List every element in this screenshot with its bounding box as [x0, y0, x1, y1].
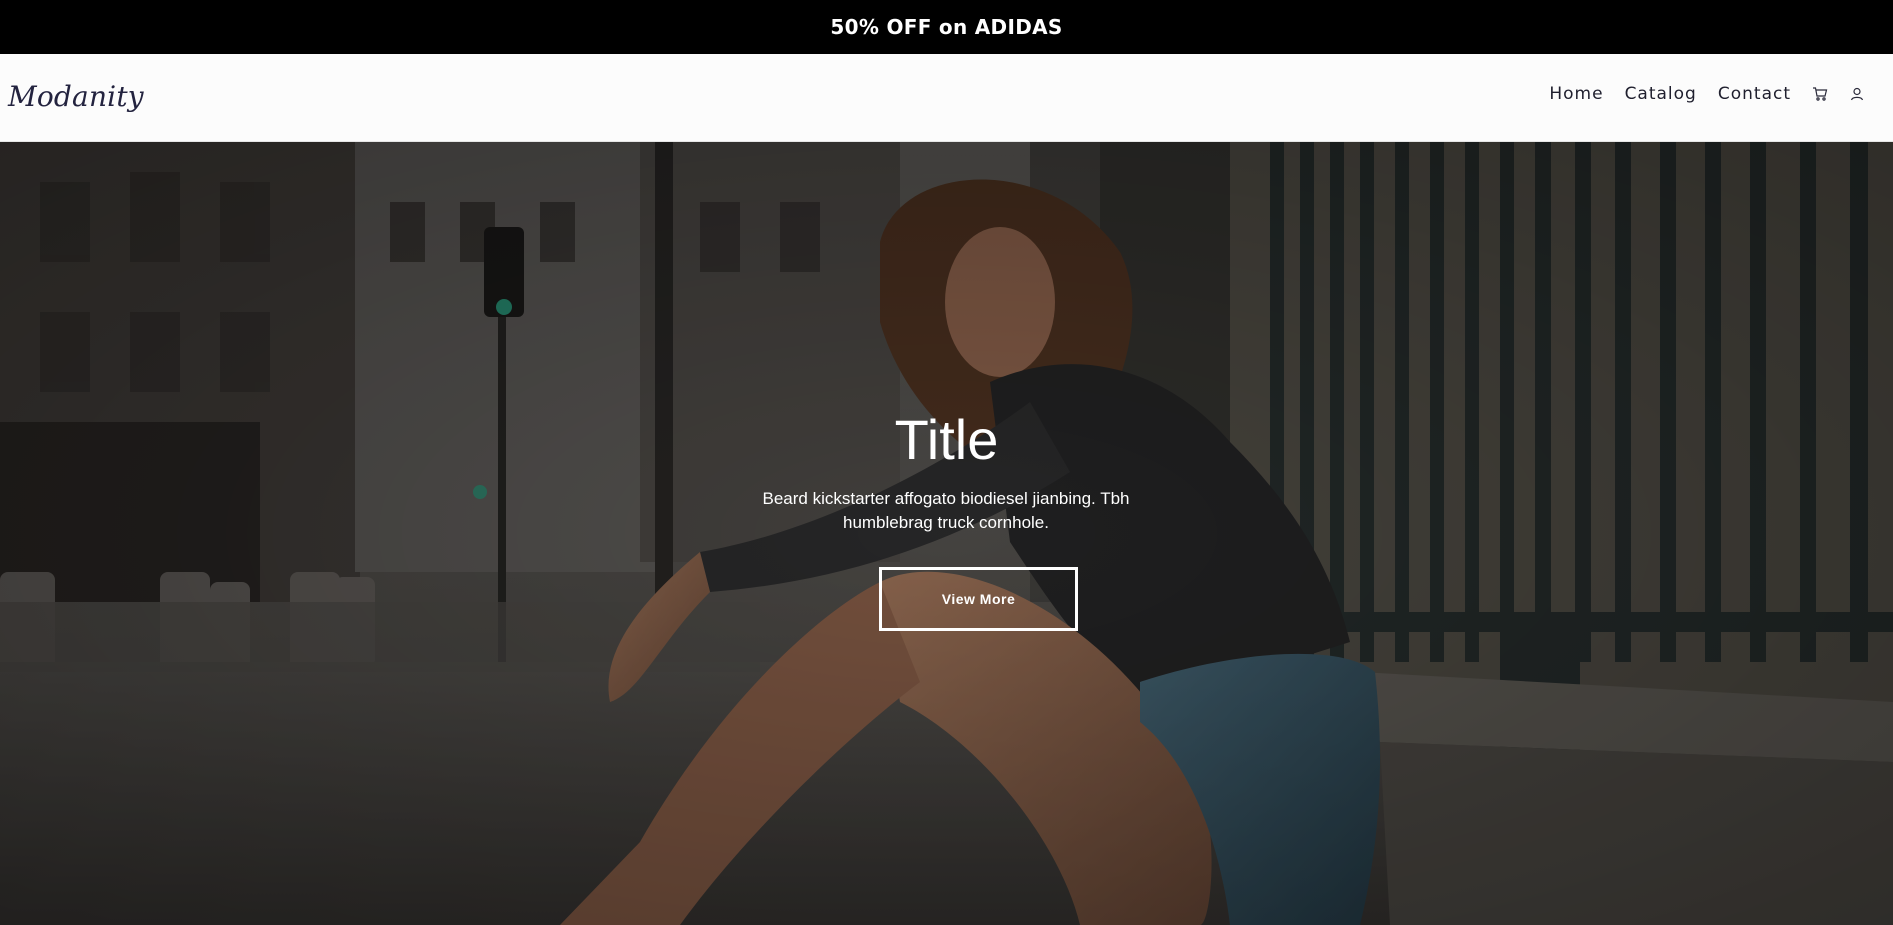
nav-link-catalog[interactable]: Catalog — [1625, 84, 1697, 104]
hero-description: Beard kickstarter affogato biodiesel jia… — [762, 489, 1130, 532]
site-header: Modanity Home Catalog Contact — [0, 54, 1893, 142]
hero-content: Title Beard kickstarter affogato biodies… — [0, 142, 1893, 925]
nav-link-contact[interactable]: Contact — [1718, 84, 1791, 104]
hero-title: Title — [894, 408, 999, 471]
main-nav: Home Catalog Contact — [1528, 79, 1865, 109]
announcement-text: 50% OFF on ADIDAS — [830, 15, 1063, 39]
site-logo[interactable]: Modanity — [8, 80, 144, 113]
hero-section: Title Beard kickstarter affogato biodies… — [0, 142, 1893, 925]
announcement-bar: 50% OFF on ADIDAS — [0, 0, 1893, 54]
cart-icon[interactable] — [1812, 86, 1828, 102]
nav-link-home[interactable]: Home — [1549, 84, 1603, 104]
view-more-button[interactable]: View More — [879, 567, 1078, 631]
user-icon[interactable] — [1849, 86, 1865, 102]
